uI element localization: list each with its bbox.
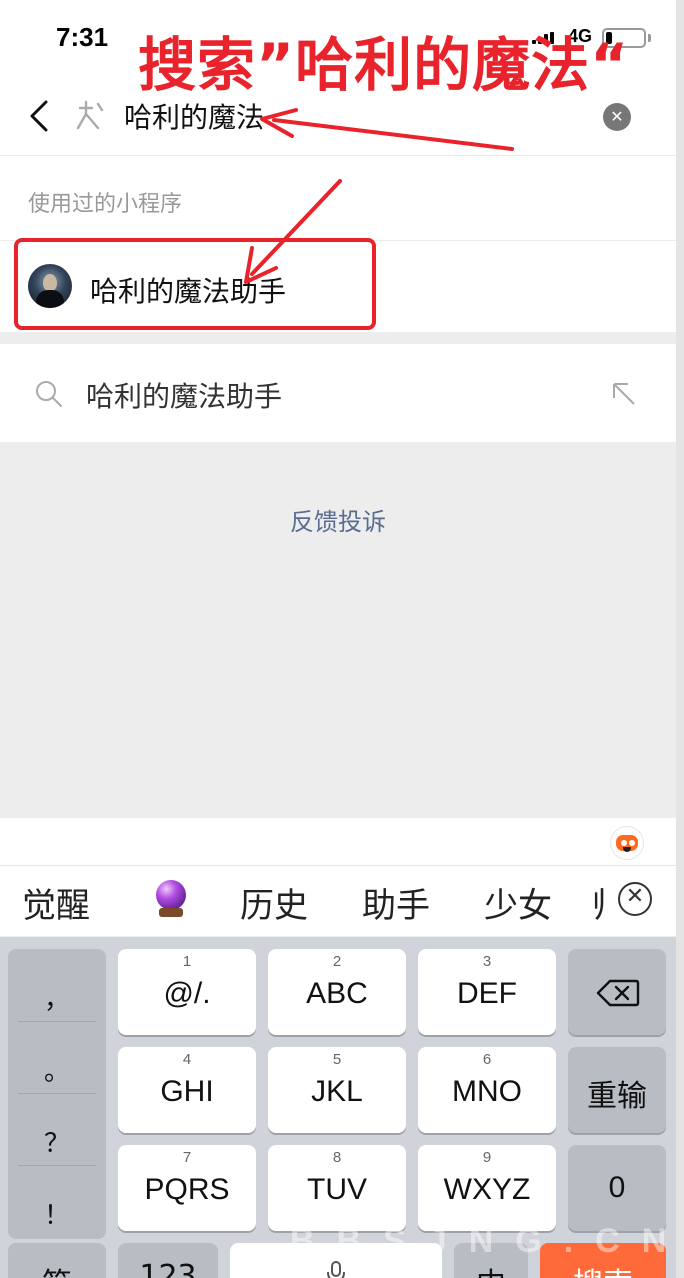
symbol-key[interactable]: 符 <box>8 1243 106 1278</box>
backspace-icon <box>596 979 640 1007</box>
key-label: DEF <box>457 977 517 1010</box>
punctuation-column[interactable]: ， 。 ？ ！ <box>8 949 106 1239</box>
key-label: 123 <box>139 1259 197 1278</box>
key-0[interactable]: 0 <box>568 1145 666 1231</box>
key-number: 7 <box>182 1149 192 1166</box>
ime-mascot-icon[interactable] <box>610 826 644 860</box>
watermark: BBSJNG.CN <box>290 1222 684 1260</box>
clear-search-button[interactable]: ✕ <box>603 103 631 131</box>
key-label: @/. <box>163 977 211 1010</box>
close-candidates-icon[interactable]: ✕ <box>618 882 652 916</box>
divider <box>0 155 676 156</box>
divider <box>0 240 676 241</box>
key-label: MNO <box>452 1075 522 1108</box>
key-number: 3 <box>482 953 492 970</box>
key-label: 0 <box>608 1171 626 1204</box>
mini-program-item[interactable]: 哈利的魔法助手 <box>18 242 374 328</box>
key-number: 6 <box>482 1051 492 1068</box>
key-number: 5 <box>332 1051 342 1068</box>
key-label: PQRS <box>144 1173 230 1206</box>
key-3[interactable]: 3 DEF <box>418 949 556 1035</box>
microphone-icon <box>327 1261 345 1278</box>
key-label: TUV <box>307 1173 367 1206</box>
candidate-word-partial[interactable]: 帅 <box>592 878 604 920</box>
key-5[interactable]: 5 JKL <box>268 1047 406 1133</box>
punct-key[interactable]: ？ <box>8 1123 106 1160</box>
candidate-partial-text: 帅 <box>592 886 604 920</box>
punct-key[interactable]: ！ <box>8 1195 106 1232</box>
reinput-label: 重输 <box>587 1079 647 1114</box>
key-number: 2 <box>332 953 342 970</box>
candidate-word[interactable]: 助手 <box>362 878 430 927</box>
key-label: GHI <box>160 1075 214 1108</box>
mini-program-name: 哈利的魔法助手 <box>90 275 287 308</box>
status-time: 7:31 <box>56 22 109 52</box>
search-icon <box>36 381 62 407</box>
candidate-word[interactable]: 少女 <box>484 878 552 927</box>
key-4[interactable]: 4 GHI <box>118 1047 256 1133</box>
key-1[interactable]: 1 @/. <box>118 949 256 1035</box>
avatar <box>28 264 72 308</box>
candidate-word[interactable]: 觉醒 <box>22 878 90 927</box>
recent-section-title: 使用过的小程序 <box>28 192 183 217</box>
key-label: ABC <box>306 977 368 1010</box>
key-number: 9 <box>482 1149 492 1166</box>
key-8[interactable]: 8 TUV <box>268 1145 406 1231</box>
delete-button[interactable] <box>568 949 666 1035</box>
key-7[interactable]: 7 PQRS <box>118 1145 256 1231</box>
punct-key[interactable]: 。 <box>8 1051 106 1088</box>
fill-query-arrow-icon[interactable] <box>610 380 638 408</box>
key-number: 8 <box>332 1149 342 1166</box>
battery-tip <box>648 34 651 42</box>
keyboard-toolbar <box>0 818 676 866</box>
search-suggestion[interactable]: 哈利的魔法助手 <box>0 344 676 442</box>
key-label: 符 <box>8 1259 106 1278</box>
key-2[interactable]: 2 ABC <box>268 949 406 1035</box>
annotation-title: 搜索”哈利的魔法“ <box>138 31 630 99</box>
sparkle-search-icon <box>76 100 104 130</box>
search-input[interactable]: 哈利的魔法 <box>124 96 264 136</box>
suggestion-text: 哈利的魔法助手 <box>86 380 283 413</box>
key-6[interactable]: 6 MNO <box>418 1047 556 1133</box>
key-label: 中 <box>454 1259 528 1278</box>
key-label: 搜索 <box>540 1259 666 1278</box>
punct-key[interactable]: ， <box>8 979 106 1016</box>
key-label: WXYZ <box>443 1173 531 1206</box>
crystal-ball-icon[interactable] <box>154 880 188 918</box>
candidate-bar: 觉醒 历史 助手 少女 帅 ✕ <box>0 866 676 936</box>
key-number: 4 <box>182 1051 192 1068</box>
feedback-link[interactable]: 反馈投诉 <box>0 502 676 537</box>
key-9[interactable]: 9 WXYZ <box>418 1145 556 1231</box>
screen-edge <box>676 0 684 1278</box>
number-key[interactable]: 123 <box>118 1243 218 1278</box>
reinput-button[interactable]: 重输 <box>568 1047 666 1133</box>
candidate-word[interactable]: 历史 <box>240 878 308 927</box>
key-label: JKL <box>311 1075 363 1108</box>
key-number: 1 <box>182 953 192 970</box>
back-arrow-icon[interactable] <box>22 96 58 136</box>
